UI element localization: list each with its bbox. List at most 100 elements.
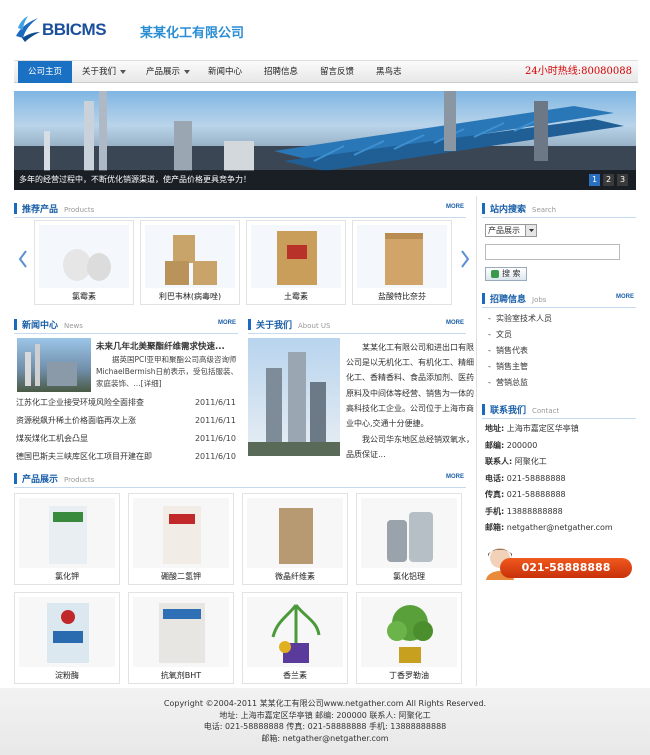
banner-page-3[interactable]: 3 (617, 174, 628, 186)
product-card[interactable]: 抗氧剂BHT (128, 592, 234, 684)
news-item-date: 2011/6/10 (194, 452, 236, 461)
search-button[interactable]: 搜 索 (485, 267, 527, 281)
about-text-2: 我公司华东地区总经销双氧水，品质保证... (346, 435, 474, 460)
prev-arrow-icon[interactable] (18, 250, 28, 268)
section-bar (248, 319, 251, 330)
footer-spacer (0, 688, 650, 698)
nav-about[interactable]: 关于我们 (82, 61, 127, 83)
news-item[interactable]: 资源税飙升稀土价格面临再次上涨 2011/6/11 (16, 412, 236, 430)
nav-products[interactable]: 产品展示 (146, 61, 191, 83)
job-item[interactable]: 销售主管 (486, 359, 636, 375)
nav-news[interactable]: 新闻中心 (208, 61, 242, 83)
recommend-product[interactable]: 氯霉素 (34, 220, 134, 305)
news-image[interactable] (17, 338, 91, 392)
footer-address: 地址: 上海市嘉定区华亭镇 邮编: 200000 联系人: 阿聚化工 (219, 710, 431, 720)
banner-page-2[interactable]: 2 (603, 174, 614, 186)
nav-about-label: 关于我们 (82, 67, 117, 77)
product-name: 氯化钾 (55, 572, 79, 581)
product-name: 土霉素 (284, 292, 308, 301)
product-name: 抗氧剂BHT (160, 671, 202, 680)
product-card[interactable]: 淀粉酶 (14, 592, 120, 684)
contact-key: 邮箱: (485, 523, 505, 532)
news-item[interactable]: 德国巴斯夫三峡库区化工项目开建在即 2011/6/10 (16, 448, 236, 466)
product-image (39, 225, 129, 288)
about-more-link[interactable]: MORE (446, 320, 464, 326)
search-category-select[interactable]: 产品展示 (485, 224, 537, 237)
products-header: 产品展示 Products MORE (14, 472, 466, 488)
about-image (248, 338, 340, 456)
nav-feedback[interactable]: 留言反馈 (320, 61, 354, 83)
news-list: 江苏化工企业接受环境风险全面排查 2011/6/11 资源税飙升稀土价格面临再次上… (16, 394, 236, 466)
products-more-link[interactable]: MORE (446, 474, 464, 480)
nav-blog[interactable]: 黑鸟志 (376, 61, 402, 83)
product-card[interactable]: 微晶纤维素 (242, 493, 348, 585)
nav-home[interactable]: 公司主页 (18, 61, 72, 83)
jobs-more-link[interactable]: MORE (616, 294, 634, 300)
next-arrow-icon[interactable] (460, 250, 470, 268)
product-image (19, 498, 115, 568)
contact-row: 电话: 021-58888888 (485, 471, 635, 488)
product-image (251, 225, 341, 288)
logo-icon[interactable] (14, 14, 40, 42)
about-header: 关于我们 About US MORE (248, 318, 466, 334)
news-item[interactable]: 煤炭煤化工机会凸显 2011/6/10 (16, 430, 236, 448)
jobs-title: 招聘信息 Jobs (490, 292, 546, 305)
product-card[interactable]: 硼酸二氢钾 (128, 493, 234, 585)
hotline-number: 021-58888888 (500, 558, 632, 578)
contact-value: 021-58888888 (506, 473, 566, 483)
job-item[interactable]: 营销总监 (486, 375, 636, 391)
product-image (19, 597, 115, 667)
product-image (133, 597, 229, 667)
news-item-date: 2011/6/11 (194, 398, 236, 407)
product-name: 利巴韦林(病毒唑) (158, 292, 222, 301)
job-item[interactable]: 文员 (486, 327, 636, 343)
banner-page-1[interactable]: 1 (589, 174, 600, 186)
job-item[interactable]: 实验室技术人员 (486, 311, 636, 327)
news-headline[interactable]: 未来几年北美聚酯纤维需求快速... (96, 340, 238, 352)
contact-title: 联系我们 Contact (490, 403, 559, 416)
product-name: 氯霉素 (72, 292, 96, 301)
recommend-product[interactable]: 土霉素 (246, 220, 346, 305)
logo-text: BBICMS (42, 20, 107, 39)
sidebar-divider (476, 196, 477, 686)
recommend-title-text: 推荐产品 (22, 205, 59, 215)
product-card[interactable]: 氯化铝理 (356, 493, 462, 585)
hotline: 24小时热线:80080088 (525, 66, 632, 77)
recommend-product[interactable]: 利巴韦林(病毒唑) (140, 220, 240, 305)
search-title: 站内搜索 Search (490, 202, 556, 215)
news-item-text: 煤炭煤化工机会凸显 (16, 434, 88, 443)
search-input[interactable] (485, 244, 620, 260)
news-more-link[interactable]: MORE (218, 320, 236, 326)
company-name: 某某化工有限公司 (140, 26, 245, 41)
product-card[interactable]: 丁香罗勒油 (356, 592, 462, 684)
contact-value: 上海市嘉定区华亭镇 (506, 424, 579, 433)
about-title: 关于我们 About US (256, 318, 331, 331)
contact-key: 联系人: (485, 457, 513, 466)
contact-row: 地址: 上海市嘉定区华亭镇 (485, 421, 635, 438)
recommend-product[interactable]: 盐酸特比奈芬 (352, 220, 452, 305)
news-item-date: 2011/6/10 (194, 434, 236, 443)
contact-row: 邮箱: netgather@netgather.com (485, 520, 635, 537)
products-subtitle: Products (64, 476, 95, 484)
search-icon (491, 269, 500, 278)
chevron-down-icon (120, 69, 127, 74)
hotline-banner[interactable]: 021-58888888 (482, 544, 634, 580)
banner[interactable]: 多年的经营过程中，不断优化销源渠道，使产品价格更具竞争力！ 1 2 3 (14, 91, 636, 190)
product-image (247, 597, 343, 667)
search-title-text: 站内搜索 (490, 205, 527, 215)
contact-row: 邮编: 200000 (485, 438, 635, 455)
contact-key: 传真: (485, 490, 505, 499)
news-item[interactable]: 江苏化工企业接受环境风险全面排查 2011/6/11 (16, 394, 236, 412)
news-summary: 据英国PCI亚甲和聚酯公司高级咨询师MichaelBermish日前表示，受包括… (96, 355, 238, 388)
contact-info: 地址: 上海市嘉定区华亭镇 邮编: 200000 联系人: 阿聚化工 电话: 0… (485, 421, 635, 537)
section-bar (14, 203, 17, 214)
chevron-down-icon (184, 69, 191, 74)
recommend-subtitle: Products (64, 206, 95, 214)
product-image (247, 498, 343, 568)
nav-jobs[interactable]: 招聘信息 (264, 61, 298, 83)
news-header: 新闻中心 News MORE (14, 318, 238, 334)
product-card[interactable]: 香兰素 (242, 592, 348, 684)
recommend-more-link[interactable]: MORE (446, 204, 464, 210)
job-item[interactable]: 销售代表 (486, 343, 636, 359)
product-card[interactable]: 氯化钾 (14, 493, 120, 585)
